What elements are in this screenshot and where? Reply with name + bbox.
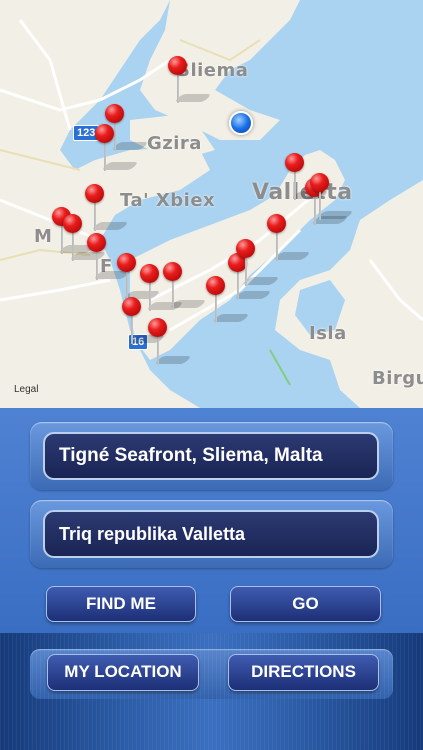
map-pin[interactable] — [285, 153, 329, 201]
from-location-field[interactable]: Tigné Seafront, Sliema, Malta — [43, 432, 379, 480]
user-location-dot — [229, 111, 253, 135]
map-label-birgu: Birgu — [372, 368, 423, 389]
go-button[interactable]: GO — [230, 586, 381, 622]
map-pin[interactable] — [85, 184, 129, 232]
my-location-button[interactable]: MY LOCATION — [47, 654, 199, 691]
to-location-field[interactable]: Triq republika Valletta — [43, 510, 379, 558]
map-pin[interactable] — [63, 214, 107, 262]
map-pin[interactable] — [310, 173, 354, 221]
directions-button[interactable]: DIRECTIONS — [228, 654, 379, 691]
to-field-frame: Triq republika Valletta — [30, 500, 393, 568]
find-me-button[interactable]: FIND ME — [46, 586, 196, 622]
map-label-ta-xbiex: Ta' Xbiex — [120, 190, 216, 211]
map-label-isla: Isla — [309, 323, 347, 344]
map-label-msida: M — [34, 226, 53, 247]
map-pin[interactable] — [122, 297, 166, 345]
map-view[interactable]: Sliema Gzira Ta' Xbiex Valletta M F Isla… — [0, 0, 423, 408]
map-pin[interactable] — [95, 124, 139, 172]
legal-link[interactable]: Legal — [14, 384, 38, 395]
map-label-gzira: Gzira — [147, 133, 202, 154]
map-pin[interactable] — [163, 262, 207, 310]
map-pin[interactable] — [236, 239, 280, 287]
search-panel: Tigné Seafront, Sliema, Malta Triq repub… — [0, 408, 423, 633]
map-pin[interactable] — [206, 276, 250, 324]
map-pin[interactable] — [140, 264, 184, 312]
map-pin[interactable] — [267, 214, 311, 262]
bottom-toolbar: MY LOCATION DIRECTIONS — [0, 633, 423, 750]
map-pin[interactable] — [117, 253, 161, 301]
map-pin[interactable] — [148, 318, 192, 366]
map-pin[interactable] — [87, 233, 131, 281]
map-pin[interactable] — [168, 56, 212, 104]
from-field-frame: Tigné Seafront, Sliema, Malta — [30, 422, 393, 490]
